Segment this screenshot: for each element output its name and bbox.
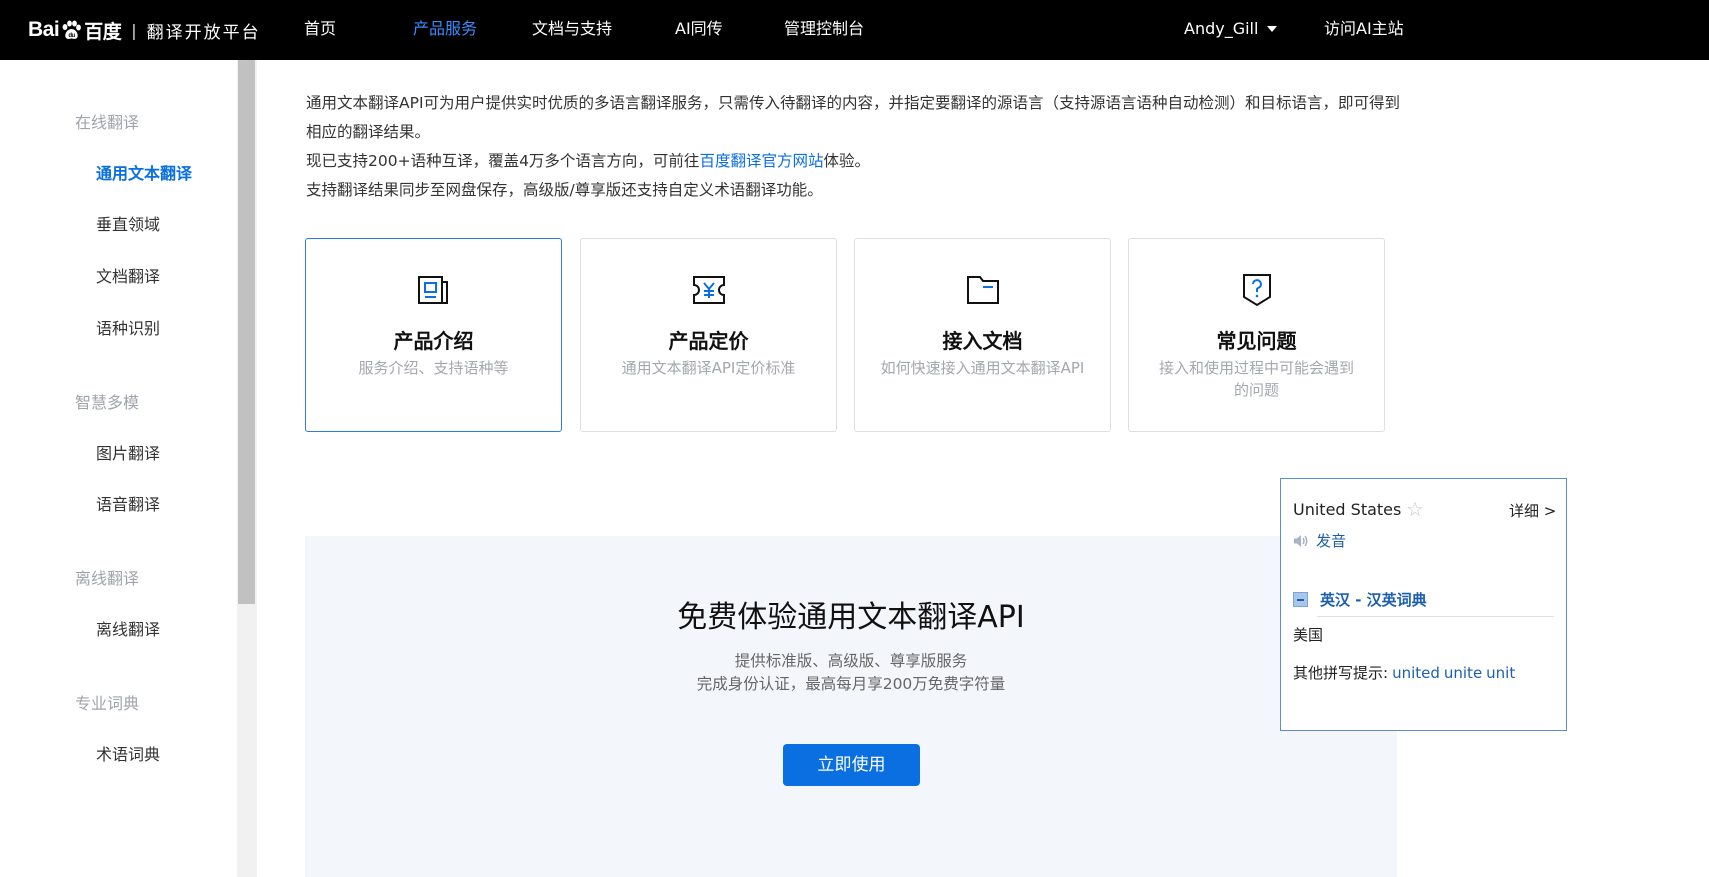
card-access-docs[interactable]: 接入文档 如何快速接入通用文本翻译API (854, 238, 1111, 432)
pricing-icon (692, 276, 725, 304)
card-description: 接入和使用过程中可能会遇到的问题 (1158, 359, 1354, 399)
baidu-logo[interactable]: Bai du 百度 | 翻译开放平台 (28, 12, 261, 48)
free-trial-banner: 免费体验通用文本翻译API 提供标准版、高级版、尊享版服务 完成身份认证，最高每… (305, 536, 1397, 877)
nav-products[interactable]: 产品服务 (413, 18, 477, 40)
platform-title: 翻译开放平台 (146, 22, 261, 43)
dict-section-title: 英汉 - 汉英词典 (1320, 591, 1427, 609)
folder-icon (966, 276, 999, 304)
dict-meaning: 美国 (1293, 626, 1324, 644)
intro-line-2-end: 体验。 (823, 152, 870, 170)
logo-separator: | (131, 20, 137, 40)
sidebar-item-vertical-domain[interactable]: 垂直领域 (96, 211, 160, 235)
intro-line-2-text: 现已支持200+语种互译，覆盖4万多个语言方向，可前往 (306, 152, 700, 170)
card-product-intro[interactable]: 产品介绍 服务介绍、支持语种等 (305, 238, 562, 432)
speaker-icon (1294, 534, 1308, 547)
sidebar: 在线翻译 通用文本翻译 垂直领域 文档翻译 语种识别 智慧多模 图片翻译 语音翻… (0, 60, 237, 877)
card-title: 产品定价 (668, 329, 749, 353)
dict-divider (1317, 616, 1554, 617)
sidebar-group-multimodal: 智慧多模 (75, 393, 140, 412)
dict-section-header[interactable]: 英汉 - 汉英词典 (1293, 589, 1427, 610)
sidebar-item-terminology[interactable]: 术语词典 (96, 741, 160, 765)
card-title: 接入文档 (942, 329, 1023, 353)
user-menu[interactable]: Andy_Gill (1184, 18, 1278, 40)
dictionary-popup: United States ☆ 详细 > 发音 英汉 - 汉英词典 美国 其他拼… (1280, 478, 1567, 731)
sidebar-item-offline[interactable]: 离线翻译 (96, 616, 160, 640)
intro-text: 通用文本翻译API可为用户提供实时优质的多语言翻译服务，只需传入待翻译的内容，并… (306, 89, 1406, 205)
suggestion-link[interactable]: unit (1486, 664, 1515, 682)
star-icon[interactable]: ☆ (1406, 497, 1424, 521)
dict-detail-link[interactable]: 详细 > (1509, 500, 1556, 521)
sidebar-group-offline: 离线翻译 (75, 569, 140, 588)
dict-word: United States (1293, 500, 1402, 519)
top-navigation-bar: Bai du 百度 | 翻译开放平台 首页 产品服务 文档与支持 AI同传 管理… (0, 0, 1709, 60)
suggestion-link[interactable]: united (1392, 664, 1440, 682)
visit-ai-site-link[interactable]: 访问AI主站 (1324, 18, 1404, 40)
sidebar-scrollbar-thumb[interactable] (238, 60, 255, 604)
baidu-translate-official-link[interactable]: 百度翻译官方网站 (699, 152, 823, 170)
sidebar-item-document[interactable]: 文档翻译 (96, 263, 160, 287)
sidebar-item-language-detect[interactable]: 语种识别 (96, 315, 160, 339)
document-icon (417, 276, 448, 304)
intro-line-2: 现已支持200+语种互译，覆盖4万多个语言方向，可前往百度翻译官方网站体验。 (306, 147, 1406, 176)
card-description: 如何快速接入通用文本翻译API (880, 359, 1085, 377)
trial-subtitle-1: 提供标准版、高级版、尊享版服务 (734, 652, 968, 670)
nav-home[interactable]: 首页 (304, 18, 336, 40)
nav-console[interactable]: 管理控制台 (784, 18, 864, 40)
trial-subtitle-2: 完成身份认证，最高每月享200万免费字符量 (696, 675, 1006, 693)
sidebar-item-general-text[interactable]: 通用文本翻译 (96, 160, 192, 184)
nav-ai-interpretation[interactable]: AI同传 (675, 18, 723, 40)
logo-mark: Bai du 百度 (28, 17, 122, 44)
sidebar-group-dictionary: 专业词典 (75, 694, 140, 713)
faq-icon (1242, 274, 1271, 307)
nav-docs-support[interactable]: 文档与支持 (532, 18, 612, 40)
svg-text:du: du (69, 33, 76, 39)
logo-chinese-text: 百度 (84, 21, 122, 43)
dict-spelling-hints: 其他拼写提示: united unite unit (1293, 662, 1515, 683)
sidebar-group-online: 在线翻译 (75, 113, 140, 132)
intro-line-3: 支持翻译结果同步至网盘保存，高级版/尊享版还支持自定义术语翻译功能。 (306, 181, 823, 199)
dict-pronounce[interactable]: 发音 (1293, 530, 1346, 551)
sidebar-item-speech[interactable]: 语音翻译 (96, 491, 160, 515)
username: Andy_Gill (1184, 19, 1259, 38)
card-faq[interactable]: 常见问题 接入和使用过程中可能会遇到的问题 (1128, 238, 1385, 432)
chevron-down-icon (1267, 26, 1278, 32)
trial-title: 免费体验通用文本翻译API (677, 600, 1025, 635)
card-pricing[interactable]: 产品定价 通用文本翻译API定价标准 (580, 238, 837, 432)
paw-icon: du (60, 19, 82, 41)
dict-pronounce-label: 发音 (1316, 532, 1347, 550)
logo-mark-left: Bai (28, 18, 60, 41)
card-title: 产品介绍 (393, 329, 474, 353)
use-now-button[interactable]: 立即使用 (783, 744, 920, 786)
dict-hint-label: 其他拼写提示: (1293, 664, 1389, 682)
card-description: 通用文本翻译API定价标准 (621, 359, 796, 377)
sidebar-item-image[interactable]: 图片翻译 (96, 440, 160, 464)
card-title: 常见问题 (1216, 329, 1297, 353)
collapse-icon[interactable] (1293, 592, 1308, 607)
intro-line-1: 通用文本翻译API可为用户提供实时优质的多语言翻译服务，只需传入待翻译的内容，并… (306, 94, 1401, 141)
suggestion-link[interactable]: unite (1444, 664, 1482, 682)
card-description: 服务介绍、支持语种等 (358, 359, 509, 377)
